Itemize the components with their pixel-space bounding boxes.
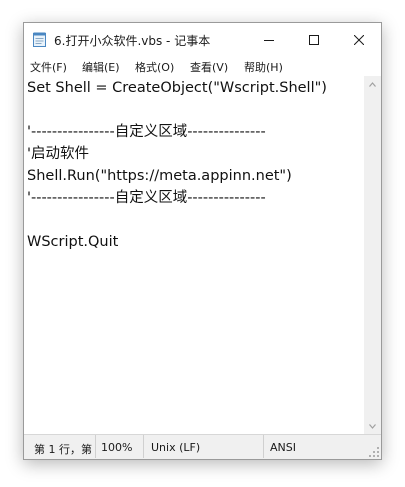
editor-line-8: WScript.Quit	[27, 234, 119, 250]
maximize-button[interactable]	[291, 23, 336, 56]
editor-line-4: '启动软件	[27, 146, 89, 162]
editor-line-6: '----------------自定义区域---------------	[27, 190, 266, 206]
status-zoom: 100%	[101, 441, 133, 454]
editor-line-5: Shell.Run("https://meta.appinn.net")	[27, 168, 292, 184]
vertical-scrollbar[interactable]	[364, 76, 381, 435]
notepad-icon	[33, 32, 46, 47]
resize-grip-icon[interactable]	[369, 447, 379, 457]
minimize-button[interactable]	[246, 23, 291, 56]
editor-line-3: '----------------自定义区域---------------	[27, 124, 266, 140]
close-icon	[353, 34, 364, 45]
menu-format[interactable]: 格式(O)	[135, 59, 174, 75]
status-divider	[263, 435, 264, 458]
status-line-ending: Unix (LF)	[151, 441, 201, 454]
status-divider	[143, 435, 144, 458]
status-bar: 第 1 行，第 1 列 100% Unix (LF) ANSI	[24, 434, 381, 459]
notepad-window: 6.打开小众软件.vbs - 记事本 文件(F) 编辑(E) 格式(O) 查看(…	[23, 22, 382, 460]
scroll-down-arrow-icon	[369, 424, 376, 429]
menu-edit[interactable]: 编辑(E)	[82, 59, 120, 75]
status-divider	[95, 435, 96, 458]
text-editor[interactable]: Set Shell = CreateObject("Wscript.Shell"…	[24, 76, 364, 435]
menu-view[interactable]: 查看(V)	[190, 59, 228, 75]
menu-file[interactable]: 文件(F)	[30, 59, 67, 75]
status-encoding: ANSI	[270, 441, 296, 454]
status-cursor-position: 第 1 行，第 1 列	[34, 443, 92, 456]
title-bar[interactable]: 6.打开小众软件.vbs - 记事本	[24, 23, 381, 56]
scroll-down-button[interactable]	[364, 418, 381, 435]
scroll-up-button[interactable]	[364, 76, 381, 93]
scroll-up-arrow-icon	[369, 82, 376, 87]
maximize-icon	[308, 34, 319, 45]
close-button[interactable]	[336, 23, 381, 56]
menu-bar: 文件(F) 编辑(E) 格式(O) 查看(V) 帮助(H)	[24, 56, 381, 76]
window-title: 6.打开小众软件.vbs - 记事本	[54, 34, 211, 48]
menu-help[interactable]: 帮助(H)	[244, 59, 283, 75]
minimize-icon	[263, 39, 274, 41]
editor-line-1: Set Shell = CreateObject("Wscript.Shell"…	[27, 80, 327, 96]
